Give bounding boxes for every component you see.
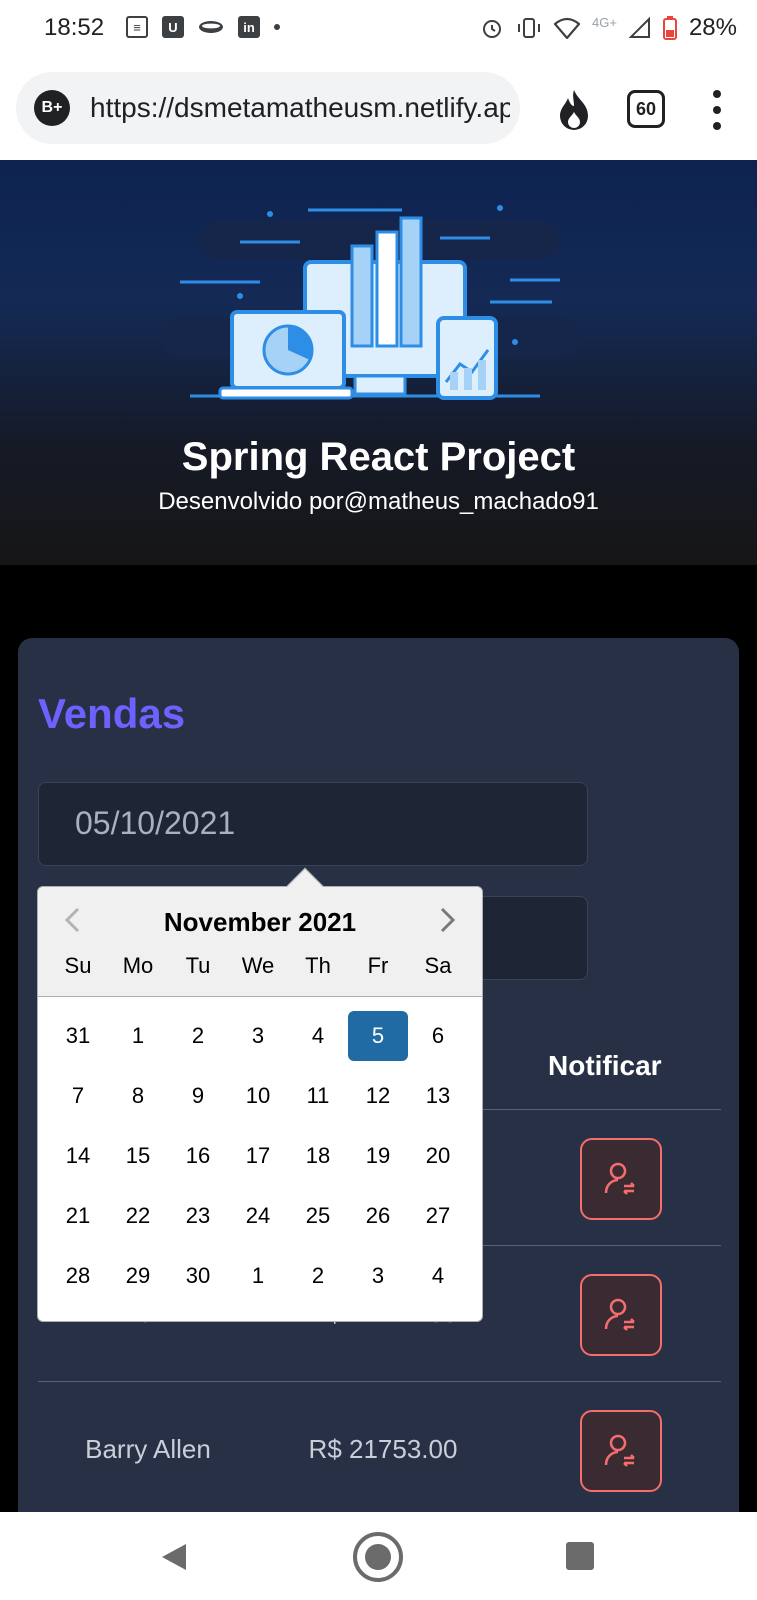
calendar-day[interactable]: 26	[348, 1191, 408, 1241]
weekday-label: Mo	[122, 953, 154, 978]
weekday-label: Fr	[367, 953, 389, 978]
user-notify-icon	[604, 1298, 635, 1331]
date-picker-grid: 31 1 2 3 4 5 6 7 8 9 10 11 12 13 14 15 16 17 18 19 20 21 22 23 2…	[48, 1011, 472, 1311]
wifi-icon	[554, 17, 581, 39]
system-icons: 4G+ 28%	[480, 14, 737, 42]
calendar-week: 28 29 30 1 2 3 4	[48, 1251, 472, 1311]
page-subtitle: Desenvolvido por@matheus_machado91	[158, 488, 599, 515]
user-notify-icon	[604, 1434, 635, 1467]
weekday-label: We	[241, 953, 275, 978]
battery-icon	[662, 16, 677, 40]
calendar-day[interactable]: 3	[228, 1011, 288, 1061]
back-icon[interactable]	[160, 1542, 188, 1572]
network-type: 4G+	[592, 14, 617, 30]
min-date-input[interactable]: 05/10/2021	[38, 782, 588, 866]
notification-icons: ≡ U in	[126, 16, 280, 38]
calendar-week: 14 15 16 17 18 19 20	[48, 1131, 472, 1191]
date-picker-popup: November 2021 Su Mo Tu We Th Fr Sa 31 1 2 3…	[37, 867, 483, 1322]
calendar-day[interactable]: 2	[288, 1251, 348, 1301]
page-title: Spring React Project	[181, 435, 576, 479]
month-label: November 2021	[163, 907, 357, 937]
address-bar[interactable]: B+ https://dsmetamatheusm.netlify.app	[16, 72, 520, 144]
calendar-day[interactable]: 27	[408, 1191, 468, 1241]
alarm-icon	[483, 20, 502, 38]
u-app-icon: U	[162, 16, 184, 38]
calendar-day[interactable]: 5	[348, 1011, 408, 1061]
calendar-day[interactable]: 21	[48, 1191, 108, 1241]
calendar-day[interactable]: 4	[408, 1251, 468, 1301]
calendar-day[interactable]: 17	[228, 1131, 288, 1181]
date-picker-header: November 2021 Su Mo Tu We Th Fr Sa	[38, 887, 482, 997]
recent-apps-icon[interactable]	[566, 1542, 594, 1570]
calendar-day[interactable]: 29	[108, 1251, 168, 1301]
status-bar: 18:52 ≡ U in 4G+ 28%	[0, 0, 757, 60]
calendar-day[interactable]: 24	[228, 1191, 288, 1241]
calendar-day[interactable]: 31	[48, 1011, 108, 1061]
sales-heading: Vendas	[38, 690, 186, 737]
browser-menu-icon[interactable]	[710, 90, 724, 130]
calendar-day[interactable]: 18	[288, 1131, 348, 1181]
column-notify: Notificar	[548, 1050, 662, 1081]
weekday-label: Sa	[424, 953, 452, 978]
user-notify-icon	[604, 1162, 635, 1195]
weekday-label: Th	[305, 953, 331, 978]
notify-button[interactable]	[580, 1274, 662, 1356]
more-notifications-icon	[274, 24, 280, 30]
eye-icon	[199, 21, 223, 33]
calendar-day[interactable]: 15	[108, 1131, 168, 1181]
calendar-day[interactable]: 1	[108, 1011, 168, 1061]
calendar-day[interactable]: 6	[408, 1011, 468, 1061]
page-header: Spring React Project Desenvolvido por@ma…	[0, 160, 757, 565]
table-row: Barry Allen R$ 21753.00	[38, 1382, 721, 1518]
browser-toolbar: B+ https://dsmetamatheusm.netlify.app 60	[0, 60, 757, 160]
calendar-day[interactable]: 1	[228, 1251, 288, 1301]
url-text[interactable]: https://dsmetamatheusm.netlify.app	[90, 92, 510, 124]
chevron-right-icon[interactable]	[432, 905, 462, 935]
home-icon[interactable]	[353, 1532, 403, 1582]
fire-icon[interactable]	[556, 88, 592, 130]
calendar-day[interactable]: 3	[348, 1251, 408, 1301]
system-nav-bar	[0, 1512, 757, 1600]
calendar-day[interactable]: 11	[288, 1071, 348, 1121]
calendar-day[interactable]: 20	[408, 1131, 468, 1181]
signal-icon	[628, 17, 650, 38]
weekday-row: Su Mo Tu We Th Fr Sa	[48, 953, 472, 979]
sale-amount: R$ 21753.00	[308, 1434, 458, 1464]
calendar-day[interactable]: 19	[348, 1131, 408, 1181]
notify-button[interactable]	[580, 1138, 662, 1220]
calendar-day[interactable]: 14	[48, 1131, 108, 1181]
calendar-day[interactable]: 25	[288, 1191, 348, 1241]
calendar-day[interactable]: 28	[48, 1251, 108, 1301]
tab-switcher-button[interactable]: 60	[627, 90, 665, 128]
calendar-week: 21 22 23 24 25 26 27	[48, 1191, 472, 1251]
seller-name: Barry Allen	[85, 1434, 211, 1464]
weekday-label: Su	[64, 953, 92, 978]
calendar-day[interactable]: 8	[108, 1071, 168, 1121]
site-badge[interactable]: B+	[34, 90, 70, 126]
status-time: 18:52	[44, 14, 105, 41]
calendar-day[interactable]: 13	[408, 1071, 468, 1121]
calendar-day[interactable]: 22	[108, 1191, 168, 1241]
calendar-day[interactable]: 2	[168, 1011, 228, 1061]
vibrate-icon	[518, 18, 541, 38]
calendar-week: 7 8 9 10 11 12 13	[48, 1071, 472, 1131]
calendar-day[interactable]: 9	[168, 1071, 228, 1121]
calendar-day[interactable]: 4	[288, 1011, 348, 1061]
battery-level: 28%	[688, 14, 737, 41]
calendar-day[interactable]: 10	[228, 1071, 288, 1121]
calendar-day[interactable]: 30	[168, 1251, 228, 1301]
linkedin-icon: in	[238, 16, 260, 38]
calendar-day[interactable]: 23	[168, 1191, 228, 1241]
dashboard-illustration-icon	[160, 205, 580, 400]
calendar-day[interactable]: 7	[48, 1071, 108, 1121]
calendar-day[interactable]: 16	[168, 1131, 228, 1181]
weekday-label: Tu	[185, 953, 211, 978]
calendar-week: 31 1 2 3 4 5 6	[48, 1011, 472, 1071]
notify-button[interactable]	[580, 1410, 662, 1492]
news-icon: ≡	[126, 16, 148, 38]
calendar-day[interactable]: 12	[348, 1071, 408, 1121]
